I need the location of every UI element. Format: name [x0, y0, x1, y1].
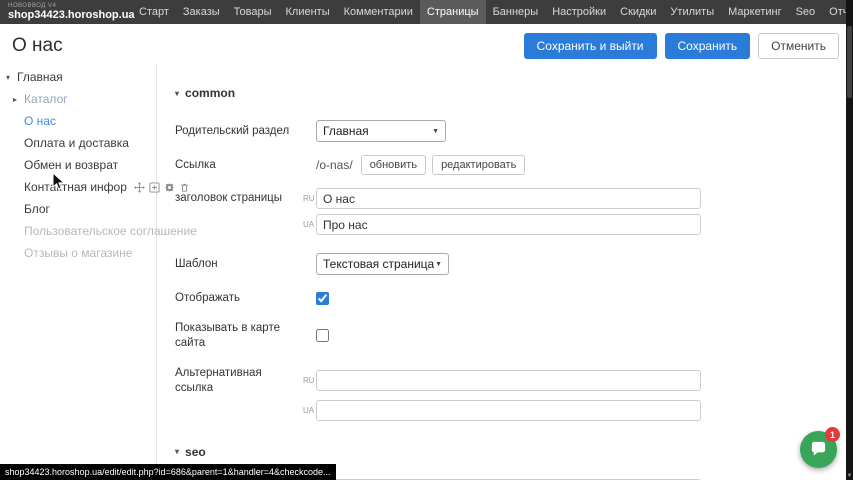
caret-down-icon[interactable]: ▾ [6, 73, 17, 82]
sidebar-item-label: Главная [17, 70, 63, 84]
scrollbar-thumb[interactable] [847, 26, 852, 98]
sitemap-row: Показывать в карте сайта [175, 321, 853, 350]
chat-bubble-icon [809, 440, 828, 459]
sidebar-item-label: Оплата и доставка [24, 136, 129, 150]
link-edit-button[interactable]: редактировать [432, 155, 525, 175]
sidebar-item-payment-delivery[interactable]: Оплата и доставка [0, 132, 156, 154]
sitemap-label: Показывать в карте сайта [175, 321, 303, 350]
link-row: Ссылка /o-nas/ обновить редактировать [175, 155, 853, 175]
section-caret-down-icon: ▾ [175, 89, 179, 98]
display-checkbox[interactable] [316, 292, 329, 305]
add-page-icon[interactable] [149, 182, 160, 193]
select-caret-icon: ▼ [432, 128, 439, 135]
nav-products[interactable]: Товары [227, 0, 279, 24]
browser-status-bar: shop34423.horoshop.ua/edit/edit.php?id=6… [0, 464, 336, 480]
template-row: Шаблон Текстовая страница ▼ [175, 253, 853, 275]
nav-pages[interactable]: Страницы [420, 0, 486, 24]
link-update-button[interactable]: обновить [361, 155, 426, 175]
save-button[interactable]: Сохранить [665, 33, 751, 59]
lang-ua-tag: UA [303, 220, 316, 229]
template-label: Шаблон [175, 257, 303, 271]
main-layout: ▾ Главная ▸ Каталог О нас Оплата и доста… [0, 64, 853, 480]
chat-unread-badge: 1 [825, 427, 840, 442]
lang-ru-tag: RU [303, 194, 316, 203]
brand-domain: shop34423.horoshop.ua [8, 10, 112, 21]
caret-right-icon[interactable]: ▸ [13, 95, 24, 104]
select-caret-icon: ▼ [435, 261, 442, 268]
sidebar-item-label: Блог [24, 202, 50, 216]
template-select[interactable]: Текстовая страница ▼ [316, 253, 449, 275]
nav-marketing[interactable]: Маркетинг [721, 0, 788, 24]
alt-link-label: Альтернативная ссылка [175, 366, 303, 395]
settings-gear-icon[interactable] [164, 182, 175, 193]
lang-ua-tag: UA [303, 406, 316, 415]
sidebar-item-about[interactable]: О нас [0, 110, 156, 132]
page-title-label: заголовок страницы [175, 191, 303, 205]
sidebar-item-label: Каталог [24, 92, 68, 106]
delete-trash-icon[interactable] [179, 182, 190, 193]
nav-utilities[interactable]: Утилиты [663, 0, 721, 24]
nav-banners[interactable]: Баннеры [486, 0, 546, 24]
parent-section-select[interactable]: Главная ▼ [316, 120, 446, 142]
move-icon[interactable] [134, 182, 145, 193]
section-common-label: common [185, 86, 235, 100]
nav-settings[interactable]: Настройки [545, 0, 613, 24]
page-edit-form: ▾ common Родительский раздел Главная ▼ С… [157, 64, 853, 480]
alt-link-ua-input[interactable] [316, 400, 701, 421]
section-seo-label: seo [185, 445, 206, 459]
display-label: Отображать [175, 291, 303, 305]
sidebar-item-label: Пользовательское соглашение [24, 224, 197, 238]
sitemap-checkbox[interactable] [316, 329, 329, 342]
section-common[interactable]: ▾ common [175, 86, 853, 100]
sidebar-item-home[interactable]: ▾ Главная [0, 66, 156, 88]
section-caret-down-icon: ▾ [175, 447, 179, 456]
parent-section-row: Родительский раздел Главная ▼ [175, 120, 853, 142]
sidebar-item-contact-info[interactable]: Контактная инфор [0, 176, 156, 198]
page-title-ru-input[interactable] [316, 188, 701, 209]
sidebar-item-label: Обмен и возврат [24, 158, 118, 172]
page-title-ua-input[interactable] [316, 214, 701, 235]
sidebar-item-user-agreement[interactable]: Пользовательское соглашение [0, 220, 156, 242]
alt-link-ua-row: UA [175, 400, 853, 421]
link-label: Ссылка [175, 158, 303, 172]
parent-section-label: Родительский раздел [175, 124, 303, 138]
link-path-value: /o-nas/ [316, 158, 353, 172]
vertical-scrollbar[interactable]: ▼ [846, 0, 853, 480]
top-nav: Старт Заказы Товары Клиенты Комментарии … [132, 0, 853, 24]
page-title-ua-row: UA [175, 214, 853, 235]
lang-ru-tag: RU [303, 376, 316, 385]
sidebar-item-label: О нас [24, 114, 56, 128]
sidebar-item-label: Контактная инфор [24, 180, 127, 194]
alt-link-ru-input[interactable] [316, 370, 701, 391]
topbar: НОВОВВОД V4 shop34423.horoshop.ua Старт … [0, 0, 853, 24]
sidebar-item-catalog[interactable]: ▸ Каталог [0, 88, 156, 110]
display-row: Отображать [175, 291, 853, 305]
sidebar-item-exchange-return[interactable]: Обмен и возврат [0, 154, 156, 176]
nav-clients[interactable]: Клиенты [279, 0, 337, 24]
sidebar-item-label: Отзывы о магазине [24, 246, 132, 260]
chat-widget-button[interactable]: 1 [800, 431, 837, 468]
nav-orders[interactable]: Заказы [176, 0, 227, 24]
nav-seo[interactable]: Seo [789, 0, 823, 24]
page-title: О нас [12, 35, 516, 57]
brand-logo[interactable]: НОВОВВОД V4 shop34423.horoshop.ua [8, 0, 112, 24]
sidebar-item-blog[interactable]: Блог [0, 198, 156, 220]
scrollbar-down-arrow-icon[interactable]: ▼ [846, 473, 853, 479]
alt-link-ru-row: Альтернативная ссылка RU [175, 366, 853, 395]
nav-comments[interactable]: Комментарии [337, 0, 420, 24]
page-title-ru-row: заголовок страницы RU [175, 188, 853, 209]
template-value: Текстовая страница [323, 257, 434, 271]
save-and-exit-button[interactable]: Сохранить и выйти [524, 33, 657, 59]
cancel-button[interactable]: Отменить [758, 33, 839, 59]
sidebar-item-store-reviews[interactable]: Отзывы о магазине [0, 242, 156, 264]
section-seo[interactable]: ▾ seo [175, 445, 853, 459]
tree-item-tools [134, 182, 190, 193]
nav-start[interactable]: Старт [132, 0, 176, 24]
nav-discounts[interactable]: Скидки [613, 0, 663, 24]
page-header: О нас Сохранить и выйти Сохранить Отмени… [0, 24, 853, 64]
pages-tree-sidebar: ▾ Главная ▸ Каталог О нас Оплата и доста… [0, 64, 157, 480]
parent-section-value: Главная [323, 124, 369, 138]
